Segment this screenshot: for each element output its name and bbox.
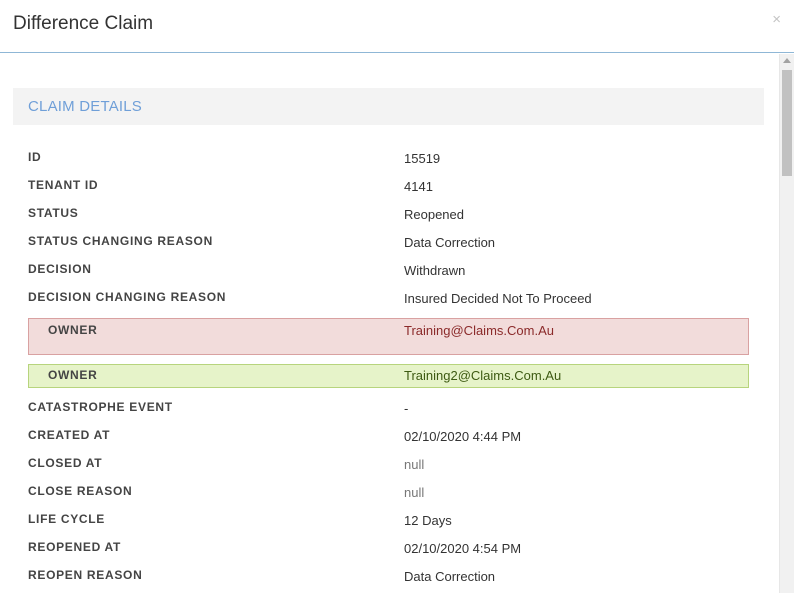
detail-label: LIFE CYCLE: [28, 512, 106, 526]
detail-value: 02/10/2020 4:44 PM: [404, 429, 522, 444]
detail-row-catastrophe-event: CATASTROPHE EVENT -: [28, 400, 749, 428]
detail-row-id: ID 15519: [28, 150, 749, 178]
detail-label: ID: [28, 150, 42, 164]
section-header: CLAIM DETAILS: [13, 88, 764, 125]
detail-row-close-reason: CLOSE REASON null: [28, 484, 749, 512]
detail-value: 02/10/2020 4:54 PM: [404, 541, 522, 556]
detail-label: TENANT ID: [28, 178, 99, 192]
detail-value: 12 Days: [404, 513, 452, 528]
detail-label: STATUS CHANGING REASON: [28, 234, 213, 248]
modal-body: CLAIM DETAILS ID 15519 TENANT ID 4141 ST…: [0, 54, 779, 593]
detail-value: Reopened: [404, 207, 464, 222]
detail-label: DECISION CHANGING REASON: [28, 290, 227, 304]
modal-title: Difference Claim: [13, 13, 154, 34]
detail-row-tenant-id: TENANT ID 4141: [28, 178, 749, 206]
detail-row-life-cycle: LIFE CYCLE 12 Days: [28, 512, 749, 540]
scroll-up-arrow-icon[interactable]: [783, 58, 791, 63]
detail-label: CLOSE REASON: [28, 484, 133, 498]
detail-value: Data Correction: [404, 235, 496, 250]
detail-value: Withdrawn: [404, 263, 466, 278]
vertical-scrollbar[interactable]: [779, 54, 794, 593]
close-icon[interactable]: ×: [772, 12, 781, 28]
scrollbar-thumb[interactable]: [782, 70, 792, 176]
detail-row-owner-removed: OWNER Training@Claims.Com.Au: [28, 318, 749, 355]
detail-row-decision-changing-reason: DECISION CHANGING REASON Insured Decided…: [28, 290, 749, 318]
detail-label: CREATED AT: [28, 428, 111, 442]
detail-value-removed: Training@Claims.Com.Au: [404, 323, 554, 338]
detail-value: 4141: [404, 179, 433, 194]
detail-row-closed-at: CLOSED AT null: [28, 456, 749, 484]
detail-row-status: STATUS Reopened: [28, 206, 749, 234]
detail-row-reopen-reason: REOPEN REASON Data Correction: [28, 568, 749, 593]
detail-row-created-at: CREATED AT 02/10/2020 4:44 PM: [28, 428, 749, 456]
detail-value: 15519: [404, 151, 441, 166]
detail-value: null: [404, 485, 425, 500]
modal-header: Difference Claim ×: [0, 0, 794, 53]
detail-label: OWNER: [48, 323, 98, 337]
detail-label: REOPEN REASON: [28, 568, 143, 582]
detail-label: REOPENED AT: [28, 540, 122, 554]
detail-label: OWNER: [48, 368, 98, 382]
detail-label: STATUS: [28, 206, 79, 220]
detail-row-status-changing-reason: STATUS CHANGING REASON Data Correction: [28, 234, 749, 262]
section-title: CLAIM DETAILS: [28, 98, 143, 115]
detail-row-reopened-at: REOPENED AT 02/10/2020 4:54 PM: [28, 540, 749, 568]
detail-row-owner-added: OWNER Training2@Claims.Com.Au: [28, 364, 749, 388]
detail-value: Insured Decided Not To Proceed: [404, 291, 592, 306]
detail-label: CATASTROPHE EVENT: [28, 400, 173, 414]
detail-label: DECISION: [28, 262, 92, 276]
detail-value: Data Correction: [404, 569, 496, 584]
detail-value-added: Training2@Claims.Com.Au: [404, 368, 562, 383]
detail-label: CLOSED AT: [28, 456, 103, 470]
detail-value: -: [404, 401, 409, 416]
detail-value: null: [404, 457, 425, 472]
detail-row-decision: DECISION Withdrawn: [28, 262, 749, 290]
